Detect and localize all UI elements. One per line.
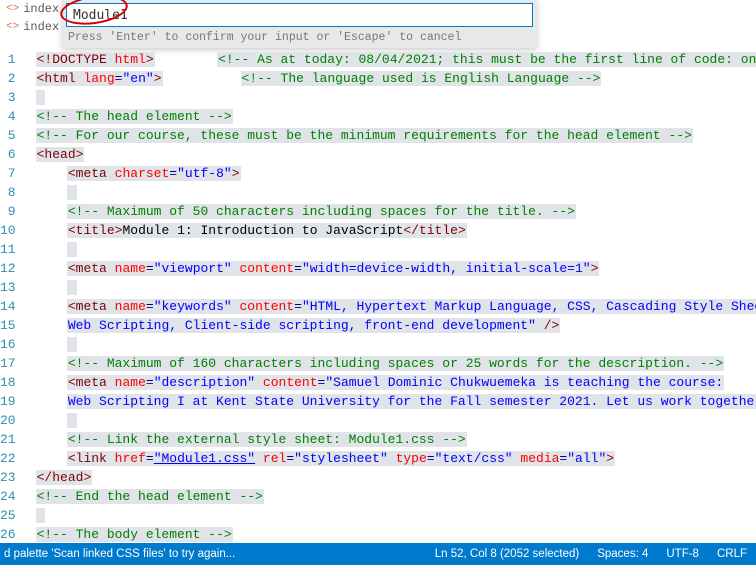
filename-input[interactable] [66,3,533,27]
line-number-gutter: 1234567891011121314151617181920212223242… [0,50,36,543]
status-message[interactable]: d palette 'Scan linked CSS files' to try… [0,548,426,560]
code-area[interactable]: <!DOCTYPE html> <!-- As at today: 08/04/… [36,50,756,543]
file-icon: <> [6,3,19,15]
status-bar: d palette 'Scan linked CSS files' to try… [0,543,756,565]
file-icon: <> [6,21,19,33]
status-encoding[interactable]: UTF-8 [657,548,708,560]
command-input-panel: Press 'Enter' to confirm your input or '… [62,0,537,48]
status-eol[interactable]: CRLF [708,548,756,560]
code-editor[interactable]: 1234567891011121314151617181920212223242… [0,50,756,543]
status-cursor[interactable]: Ln 52, Col 8 (2052 selected) [426,548,588,560]
top-bar: <> index.h <> index.l Press 'Enter' to c… [0,0,756,50]
input-hint: Press 'Enter' to confirm your input or '… [66,27,533,46]
status-spaces[interactable]: Spaces: 4 [588,548,657,560]
